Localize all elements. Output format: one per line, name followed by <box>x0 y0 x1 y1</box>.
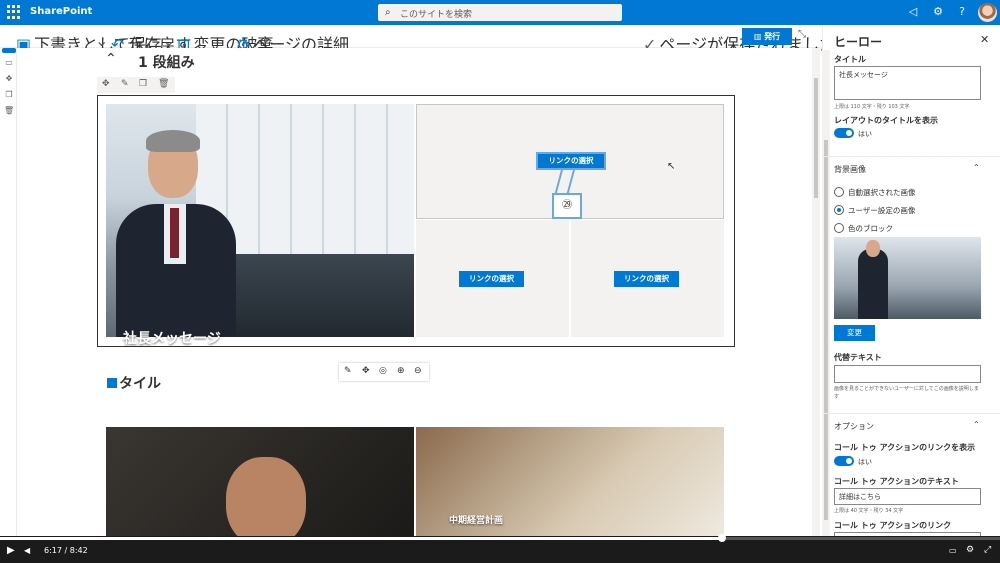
cta-text-label: コール トゥ アクションのテキスト <box>834 477 959 486</box>
video-progress-played <box>0 537 722 540</box>
video-progress-knob[interactable] <box>718 534 726 542</box>
megaphone-icon[interactable]: ◁ <box>906 5 920 18</box>
image-toolbar: ✎ ✥ ◎ ⊕ ⊖ <box>339 363 429 381</box>
cta-show-value: はい <box>858 458 872 466</box>
radio-label: ユーザー設定の画像 <box>848 206 916 215</box>
collapse-section-icon[interactable]: ⌃ <box>105 51 117 67</box>
close-icon[interactable]: ✕ <box>980 33 989 46</box>
tile-image-person[interactable] <box>106 427 414 536</box>
volume-icon[interactable]: ◀ <box>24 546 30 555</box>
mouse-cursor-icon: ↖ <box>667 161 676 172</box>
comment-icon[interactable]: ▭ <box>4 58 14 68</box>
panel-scrollbar[interactable] <box>822 50 830 536</box>
delete-icon[interactable]: 🗑 <box>158 79 169 89</box>
options-section-header[interactable]: オプション <box>834 421 874 432</box>
search-box[interactable]: ⌕ このサイトを検索 <box>378 4 622 21</box>
show-title-label: レイアウトのタイトルを表示 <box>834 116 938 125</box>
app-launcher-icon[interactable] <box>7 5 21 19</box>
radio-auto-image[interactable] <box>834 187 844 197</box>
select-link-button[interactable]: リンクの選択 <box>459 271 524 287</box>
captions-icon[interactable]: ▭ <box>949 546 957 555</box>
radio-custom-image[interactable] <box>834 205 844 215</box>
show-title-value: はい <box>858 130 872 138</box>
cta-text-hint: 上限は 40 文字・残り 34 文字 <box>834 508 904 514</box>
alt-text-field[interactable] <box>834 365 981 383</box>
zoom-in-icon[interactable]: ⊕ <box>397 366 405 376</box>
panel-title: ヒーロー <box>834 35 883 49</box>
focal-point-icon[interactable]: ◎ <box>379 366 387 376</box>
square-icon <box>107 378 117 388</box>
alt-text-label: 代替テキスト <box>834 353 882 362</box>
title-label: タイトル <box>834 55 866 64</box>
person-photo <box>226 457 306 536</box>
cta-text-field[interactable]: 詳細はこちら <box>834 488 981 505</box>
office-desk <box>236 254 414 337</box>
select-link-button[interactable]: リンクの選択 <box>614 271 679 287</box>
webpart-toolbar: ✥ ✎ ❐ 🗑 <box>97 77 175 93</box>
change-image-button[interactable]: 変更 <box>834 325 875 341</box>
hero-main-image[interactable] <box>106 104 414 337</box>
radio-label: 色のブロック <box>848 224 893 233</box>
ceo-photo <box>116 130 236 337</box>
tile-section-title: タイル <box>107 373 161 393</box>
settings-icon[interactable]: ⚙ <box>966 545 974 555</box>
divider <box>822 413 1000 414</box>
alt-text-hint: 画像を見ることができないユーザーに対してこの画像を説明します <box>834 386 979 400</box>
chevron-up-icon[interactable]: ⌃ <box>973 163 980 172</box>
search-placeholder: このサイトを検索 <box>400 10 473 20</box>
step-callout: ㉙ <box>552 193 582 219</box>
help-icon[interactable]: ? <box>955 5 969 18</box>
scroll-thumb[interactable] <box>814 78 818 198</box>
divider <box>822 156 1000 157</box>
video-player-bar <box>0 536 1000 563</box>
publish-button[interactable]: ▥ 発行 <box>742 28 792 45</box>
app-name[interactable]: SharePoint <box>30 6 92 17</box>
cta-show-toggle[interactable] <box>834 456 854 466</box>
edit-icon[interactable]: ✎ <box>344 366 352 376</box>
chevron-up-icon[interactable]: ⌃ <box>973 420 980 429</box>
search-icon: ⌕ <box>385 7 391 18</box>
move-icon[interactable]: ✥ <box>4 74 14 84</box>
radio-color-block[interactable] <box>834 223 844 233</box>
tile-title: 中期経営計画 <box>449 516 504 526</box>
edit-icon[interactable]: ✎ <box>121 79 129 89</box>
hero-more-link[interactable]: 詳細はこちら → <box>123 355 181 366</box>
publish-icon: ▥ <box>753 32 765 41</box>
duplicate-icon[interactable]: ❐ <box>4 90 14 100</box>
background-image-preview <box>834 237 981 319</box>
canvas-scrollbar[interactable] <box>812 48 820 536</box>
edit-toolbox-rail <box>0 48 17 536</box>
radio-label: 自動選択された画像 <box>848 188 916 197</box>
video-progress-track[interactable] <box>0 534 1000 542</box>
move-icon[interactable]: ✥ <box>102 79 110 89</box>
play-icon[interactable]: ▶ <box>7 545 15 556</box>
cta-link-label: コール トゥ アクションのリンク <box>834 521 952 530</box>
bg-section-header[interactable]: 背景画像 <box>834 164 866 175</box>
zoom-out-icon[interactable]: ⊖ <box>414 366 422 376</box>
duplicate-icon[interactable]: ❐ <box>139 79 147 89</box>
cta-show-label: コール トゥ アクションのリンクを表示 <box>834 443 976 452</box>
section-title: 1 段組み <box>138 55 195 71</box>
fullscreen-icon[interactable]: ⤢ <box>984 545 991 555</box>
show-title-toggle[interactable] <box>834 128 854 138</box>
add-section-indicator[interactable] <box>2 48 16 53</box>
video-time: 6:17 / 8:42 <box>44 546 88 555</box>
gear-icon[interactable]: ⚙ <box>931 5 945 18</box>
title-field[interactable]: 社長メッセージ <box>834 66 981 100</box>
page-canvas: ⌃ 1 段組み ✥ ✎ ❐ 🗑 社長メッセージ 詳細はこちら → ✎ ✥ ◎ ⊕… <box>17 48 817 536</box>
collapse-icon[interactable]: ⤡ <box>798 29 806 40</box>
delete-icon[interactable]: 🗑 <box>4 106 14 116</box>
hero-title: 社長メッセージ <box>123 331 221 347</box>
title-hint: 上限は 110 文字・残り 103 文字 <box>834 104 910 110</box>
scroll-thumb[interactable] <box>824 140 828 520</box>
avatar[interactable] <box>978 3 997 22</box>
move-icon[interactable]: ✥ <box>362 366 370 376</box>
